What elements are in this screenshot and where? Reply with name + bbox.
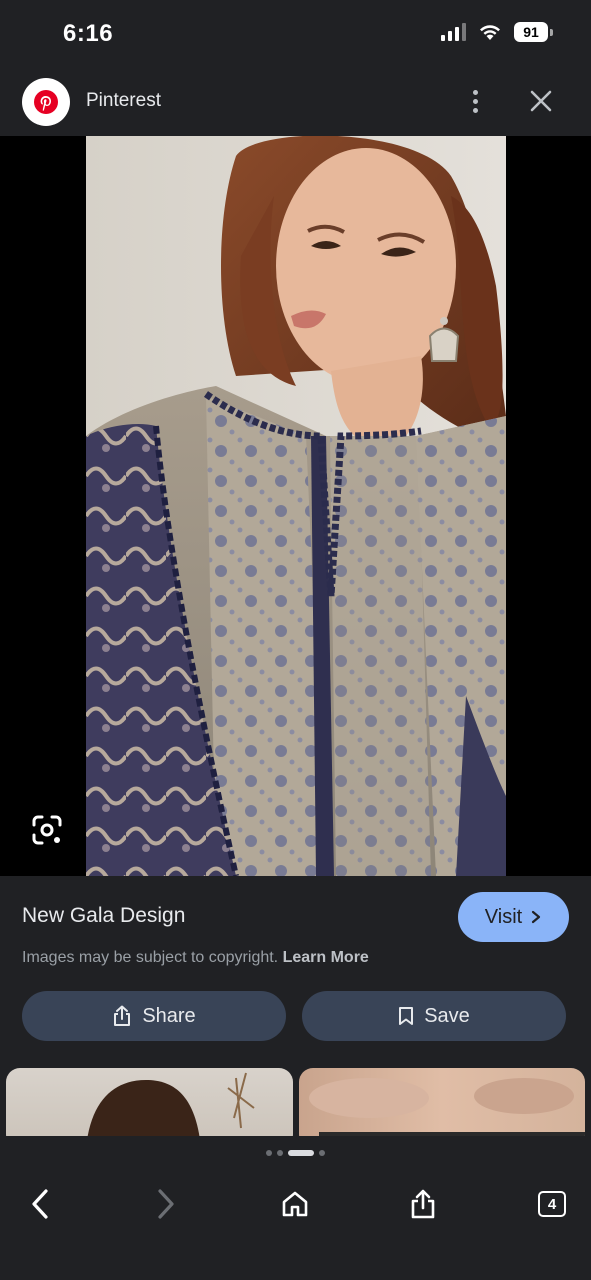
cellular-signal-icon — [441, 23, 466, 41]
back-button[interactable] — [20, 1184, 60, 1224]
wifi-icon — [480, 25, 500, 40]
home-button[interactable] — [275, 1184, 315, 1224]
share-label: Share — [142, 1004, 196, 1027]
forward-button[interactable] — [146, 1184, 186, 1224]
pinterest-logo-icon[interactable] — [22, 78, 70, 126]
chevron-right-icon — [158, 1189, 174, 1219]
tab-count: 4 — [538, 1191, 566, 1217]
status-time: 6:16 — [63, 20, 114, 47]
result-title[interactable]: New Gala Design — [22, 904, 185, 928]
battery-level: 91 — [514, 22, 548, 42]
share-icon — [114, 1005, 131, 1026]
image-viewer[interactable] — [0, 136, 591, 876]
visit-button[interactable]: Visit — [458, 892, 569, 942]
bookmark-icon — [399, 1007, 414, 1025]
battery-icon: 91 — [514, 22, 553, 42]
close-icon[interactable] — [526, 86, 556, 116]
status-icons: 91 — [441, 22, 553, 42]
chevron-right-icon — [532, 910, 541, 924]
share-page-button[interactable] — [403, 1184, 443, 1224]
related-images — [0, 1068, 591, 1136]
photo-illustration — [86, 136, 506, 876]
chevron-left-icon — [32, 1189, 48, 1219]
share-button[interactable]: Share — [22, 991, 286, 1041]
status-bar: 6:16 91 — [0, 0, 591, 70]
visit-label: Visit — [484, 905, 523, 928]
share-icon — [411, 1189, 435, 1219]
google-lens-icon[interactable] — [30, 813, 64, 847]
browser-toolbar: 4 — [0, 1136, 591, 1280]
source-name[interactable]: Pinterest — [86, 90, 161, 112]
source-header: Pinterest — [0, 70, 591, 136]
learn-more-link[interactable]: Learn More — [283, 949, 369, 966]
more-vert-icon[interactable] — [462, 86, 488, 116]
tabs-button[interactable]: 4 — [532, 1184, 572, 1224]
copyright-text: Images may be subject to copyright. — [22, 949, 279, 966]
result-image[interactable] — [86, 136, 506, 876]
save-label: Save — [424, 1004, 470, 1027]
copyright-notice: Images may be subject to copyright. Lear… — [22, 949, 369, 967]
page-indicator — [0, 1150, 591, 1156]
result-info-panel: New Gala Design Visit Images may be subj… — [0, 876, 591, 1136]
related-image-thumb[interactable] — [299, 1068, 585, 1136]
related-image-thumb[interactable] — [6, 1068, 293, 1136]
save-button[interactable]: Save — [302, 991, 566, 1041]
home-icon — [282, 1191, 308, 1217]
